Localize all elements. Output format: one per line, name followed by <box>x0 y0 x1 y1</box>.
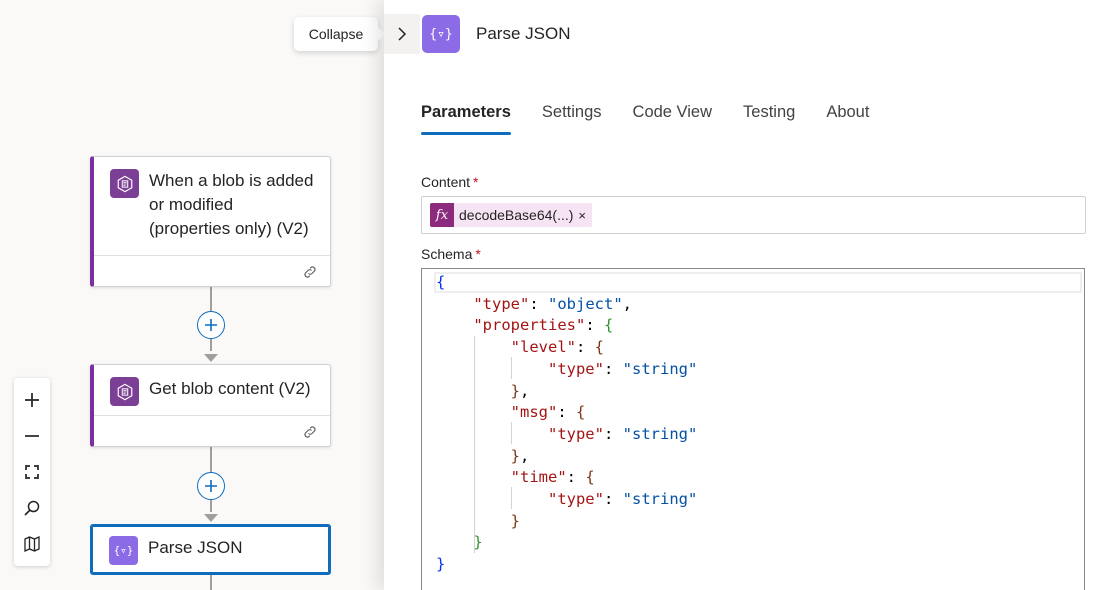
parse-json-icon: {▿} <box>422 15 460 53</box>
blob-storage-icon <box>110 169 139 198</box>
connector-arrow <box>204 514 218 522</box>
content-field[interactable]: fx decodeBase64(...) × <box>421 196 1086 234</box>
panel-title[interactable]: Parse JSON <box>476 24 570 44</box>
fit-view-icon <box>25 465 39 479</box>
code-line: }, <box>510 381 530 400</box>
tab-parameters[interactable]: Parameters <box>421 103 511 135</box>
content-label: Content * <box>421 174 479 190</box>
node-title: Parse JSON <box>148 538 243 557</box>
current-line-highlight <box>434 272 1082 293</box>
required-marker: * <box>473 174 479 190</box>
code-line: "type": "string" <box>547 490 698 508</box>
node-footer <box>94 415 330 447</box>
code-line: } <box>436 555 446 574</box>
collapse-panel-button[interactable] <box>384 14 420 54</box>
remove-token-button[interactable]: × <box>578 208 586 223</box>
chevron-right-icon <box>398 27 407 41</box>
token-text: decodeBase64(...) <box>459 207 574 223</box>
zoom-in-icon <box>25 393 39 407</box>
workflow-node-get-blob[interactable]: Get blob content (V2) <box>90 364 331 447</box>
expression-token[interactable]: fx decodeBase64(...) × <box>430 203 592 227</box>
collapse-tooltip: Collapse <box>294 17 385 51</box>
function-icon: fx <box>430 203 454 227</box>
code-line: "time": { <box>510 468 595 487</box>
minimap-button[interactable] <box>17 529 47 559</box>
link-icon[interactable] <box>302 424 318 440</box>
plus-icon <box>205 319 217 331</box>
code-line: "properties": { <box>473 316 614 335</box>
node-title: When a blob is added or modified (proper… <box>149 171 314 238</box>
insert-step-button[interactable] <box>197 472 225 500</box>
node-title: Get blob content (V2) <box>149 379 311 398</box>
canvas-controls <box>14 378 50 566</box>
code-line: "type": "string" <box>547 424 698 443</box>
tab-testing[interactable]: Testing <box>743 103 795 135</box>
details-panel: {▿} Parse JSON Parameters Settings Code … <box>384 0 1100 590</box>
zoom-in-button[interactable] <box>17 385 47 415</box>
code-line: } <box>473 533 483 552</box>
tab-about[interactable]: About <box>826 103 869 135</box>
panel-header: {▿} Parse JSON <box>384 14 570 54</box>
workflow-node-trigger[interactable]: When a blob is added or modified (proper… <box>90 156 331 287</box>
schema-label-text: Schema <box>421 246 473 262</box>
code-line: "msg": { <box>510 403 586 422</box>
connector-arrow <box>204 354 218 362</box>
blob-storage-icon <box>110 377 139 406</box>
workflow-node-parse-json[interactable]: {▿} Parse JSON <box>90 524 331 575</box>
insert-step-button[interactable] <box>197 311 225 339</box>
fit-view-button[interactable] <box>17 457 47 487</box>
panel-tabs: Parameters Settings Code View Testing Ab… <box>421 103 900 135</box>
link-icon[interactable] <box>302 264 318 280</box>
search-icon <box>24 500 40 516</box>
plus-icon <box>205 480 217 492</box>
code-line: } <box>510 511 520 530</box>
workflow-canvas[interactable]: When a blob is added or modified (proper… <box>0 0 384 590</box>
search-button[interactable] <box>17 493 47 523</box>
schema-label: Schema * <box>421 246 481 262</box>
code-line: { <box>436 273 446 291</box>
tab-code-view[interactable]: Code View <box>633 103 713 135</box>
code-line: }, <box>510 446 530 465</box>
minimap-icon <box>24 535 40 553</box>
node-footer <box>94 255 330 287</box>
code-line: "type": "object", <box>473 294 633 313</box>
code-line: "type": "string" <box>547 359 698 378</box>
code-line: "level": { <box>510 338 605 357</box>
parse-json-icon: {▿} <box>109 536 138 565</box>
schema-editor[interactable]: { "type": "object", "properties": { "lev… <box>421 268 1085 590</box>
zoom-out-button[interactable] <box>17 421 47 451</box>
content-label-text: Content <box>421 174 471 190</box>
required-marker: * <box>475 246 481 262</box>
zoom-out-icon <box>25 435 39 437</box>
tab-settings[interactable]: Settings <box>542 103 602 135</box>
connector-line <box>210 575 212 590</box>
